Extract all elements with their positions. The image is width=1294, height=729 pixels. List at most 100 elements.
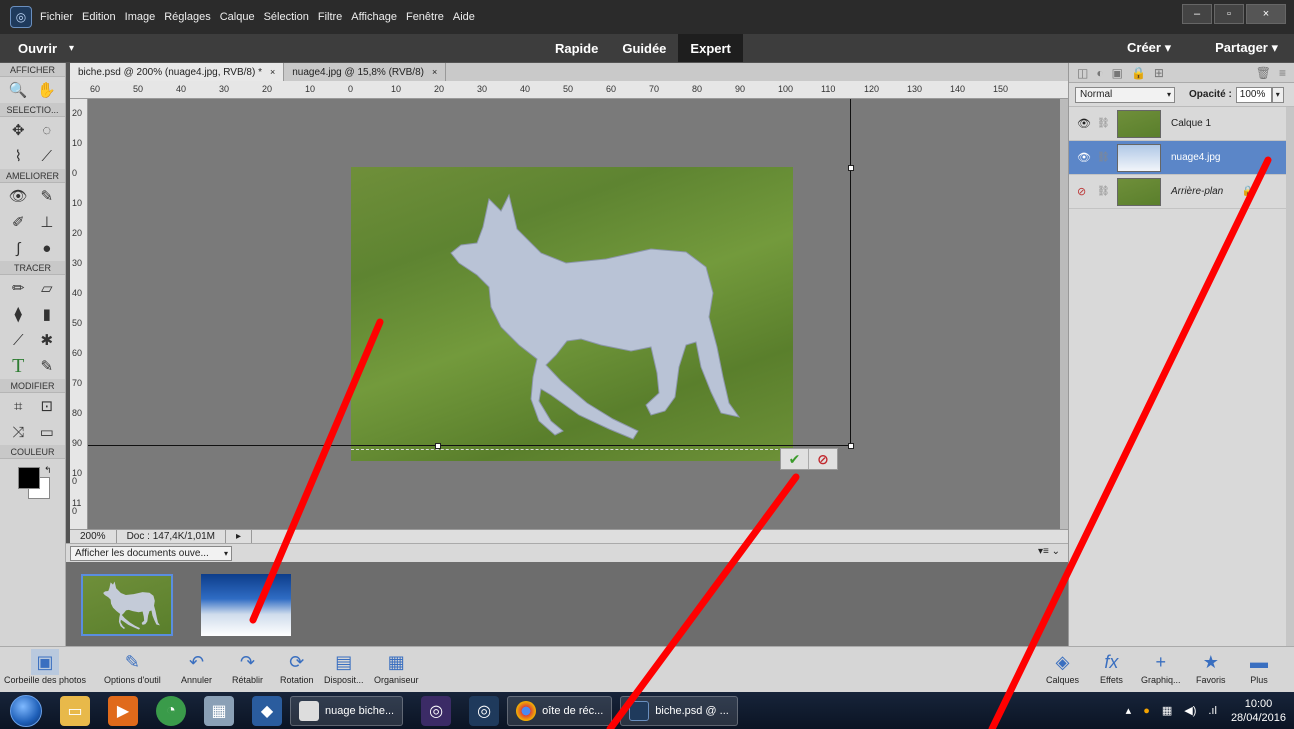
app-logo-icon[interactable]: ◎	[10, 6, 32, 28]
gradient-tool-icon[interactable]: ▮	[36, 303, 58, 325]
canvas-area[interactable]: ✔ ⊘	[88, 99, 1060, 529]
menu-calque[interactable]: Calque	[220, 11, 255, 23]
layer-link-icon[interactable]: ⛓	[1097, 186, 1111, 197]
blend-mode-select[interactable]: Normal ▾	[1075, 86, 1175, 103]
status-menu-icon[interactable]: ▸	[226, 529, 252, 544]
content-move-icon[interactable]: ⤨	[7, 421, 29, 443]
tool-options-button[interactable]: ✎ Options d'outil	[104, 649, 161, 691]
show-hidden-icons-icon[interactable]: ▴	[1126, 704, 1132, 717]
maximize-button[interactable]: ▫	[1214, 4, 1244, 24]
transform-handle[interactable]	[848, 443, 854, 449]
layer-link-icon[interactable]: ⛓	[1097, 118, 1111, 129]
layer-link-icon[interactable]: ⛓	[1097, 152, 1111, 163]
task-chrome[interactable]: oîte de réc...	[507, 695, 613, 726]
open-button[interactable]: Ouvrir	[18, 41, 57, 56]
opacity-dropdown-icon[interactable]: ▾	[1271, 86, 1284, 103]
graphics-button[interactable]: + Graphiq...	[1141, 649, 1181, 691]
canvas-vertical-scrollbar[interactable]	[1060, 99, 1068, 529]
bin-menu-icon[interactable]: ▾≡ ⌄	[1038, 546, 1060, 557]
layout-button[interactable]: ▤ Disposit...	[324, 649, 364, 691]
tab-guidee[interactable]: Guidée	[610, 34, 678, 62]
transform-handle[interactable]	[848, 165, 854, 171]
redo-button[interactable]: ↷ Rétablir	[232, 649, 263, 691]
layer-row-nuage4[interactable]: 👁 ⛓ nuage4.jpg	[1069, 141, 1294, 175]
organizer-button[interactable]: ▦ Organiseur	[374, 649, 419, 691]
media-player-icon[interactable]: ▶	[108, 695, 138, 726]
menu-image[interactable]: Image	[125, 11, 156, 23]
custom-shape-icon[interactable]: ✱	[36, 329, 58, 351]
explorer-icon[interactable]: ▭	[60, 695, 90, 726]
spot-healing-icon[interactable]: ✎	[36, 185, 58, 207]
recompose-tool-icon[interactable]: ⊡	[36, 395, 58, 417]
task-nuage-biche[interactable]: nuage biche...	[290, 695, 404, 726]
smudge-tool-icon[interactable]: ∫	[7, 237, 29, 259]
photoshop-elements-icon[interactable]: ◎	[469, 695, 500, 726]
volume-icon[interactable]: ◀)	[1184, 704, 1196, 717]
transform-bounding-box[interactable]	[88, 99, 854, 449]
layers-scrollbar[interactable]	[1286, 107, 1294, 646]
open-dropdown-icon[interactable]: ▾	[69, 43, 74, 54]
smart-brush-icon[interactable]: ✐	[7, 211, 29, 233]
opacity-input[interactable]: 100%	[1235, 86, 1272, 103]
premiere-elements-icon[interactable]: ◎	[421, 695, 452, 726]
layers-button[interactable]: ◈ Calques	[1046, 649, 1079, 691]
eyedropper-icon[interactable]: ⟋	[7, 329, 29, 351]
rotate-button[interactable]: ⟳ Rotation	[280, 649, 314, 691]
minimize-button[interactable]: –	[1182, 4, 1212, 24]
picasa-icon[interactable]: ◔	[156, 695, 186, 726]
calculator-icon[interactable]: ▦	[204, 695, 234, 726]
start-button[interactable]	[10, 694, 42, 727]
adjustment-layer-icon[interactable]: ◐	[1096, 66, 1103, 80]
share-button[interactable]: Partager ▾	[1193, 40, 1278, 56]
close-tab-icon[interactable]: ×	[270, 67, 275, 77]
book-icon[interactable]: ◆	[252, 695, 282, 726]
photo-bin-button[interactable]: ▣ Corbeille des photos	[4, 649, 86, 691]
foreground-color-swatch[interactable]	[18, 467, 40, 489]
photo-bin-thumb-nuage[interactable]	[201, 574, 291, 636]
task-biche-psd[interactable]: biche.psd @ ...	[620, 695, 738, 726]
visibility-eye-icon[interactable]: 👁	[1077, 151, 1097, 164]
layer-mask-icon[interactable]: ▣	[1112, 66, 1123, 80]
sharpen-tool-icon[interactable]: ●	[36, 237, 58, 259]
layer-row-calque1[interactable]: 👁 ⛓ Calque 1	[1069, 107, 1294, 141]
zoom-level[interactable]: 200%	[70, 529, 117, 544]
doc-tab-nuage[interactable]: nuage4.jpg @ 15,8% (RVB/8) ×	[284, 63, 447, 81]
visibility-eye-icon[interactable]: 👁	[1077, 117, 1097, 130]
close-tab-icon[interactable]: ×	[432, 67, 437, 77]
create-button[interactable]: Créer ▾	[1105, 40, 1171, 56]
close-button[interactable]: ×	[1246, 4, 1286, 24]
panel-menu-icon[interactable]: ≡	[1279, 66, 1286, 80]
red-eye-tool-icon[interactable]: 👁	[7, 185, 29, 207]
hidden-eye-icon[interactable]: ⊘	[1077, 185, 1097, 198]
lock-transparency-icon[interactable]: ⊞	[1154, 66, 1164, 80]
effects-button[interactable]: fx Effets	[1100, 649, 1123, 691]
show-documents-select[interactable]: Afficher les documents ouve... ▾	[70, 546, 232, 561]
ellipse-marquee-icon[interactable]: ◌	[36, 119, 58, 141]
trash-icon[interactable]: 🗑	[1256, 66, 1271, 80]
photo-bin-thumb-biche[interactable]	[81, 574, 173, 636]
menu-filtre[interactable]: Filtre	[318, 11, 342, 23]
menu-fichier[interactable]: Fichier	[40, 11, 73, 23]
pencil-tool-icon[interactable]: ✎	[36, 355, 58, 377]
eraser-tool-icon[interactable]: ▱	[36, 277, 58, 299]
quick-selection-icon[interactable]: ⟋	[36, 145, 58, 167]
crop-tool-icon[interactable]: ⌗	[7, 395, 29, 417]
type-tool-icon[interactable]: T	[7, 355, 29, 377]
cancel-transform-icon[interactable]: ⊘	[809, 449, 837, 469]
doc-tab-biche[interactable]: biche.psd @ 200% (nuage4.jpg, RVB/8) * ×	[70, 63, 285, 81]
paint-bucket-icon[interactable]: ⧫	[7, 303, 29, 325]
network-icon[interactable]: ▦	[1162, 704, 1172, 717]
layer-row-arriere-plan[interactable]: ⊘ ⛓ Arrière-plan 🔒	[1069, 175, 1294, 209]
more-button[interactable]: ▬ Plus	[1250, 649, 1268, 691]
brush-tool-icon[interactable]: ✏	[7, 277, 29, 299]
menu-edition[interactable]: Edition	[82, 11, 116, 23]
straighten-tool-icon[interactable]: ▭	[36, 421, 58, 443]
commit-check-icon[interactable]: ✔	[781, 449, 809, 469]
menu-affichage[interactable]: Affichage	[351, 11, 397, 23]
clock[interactable]: 10:00 28/04/2016	[1231, 697, 1286, 725]
hand-tool-icon[interactable]: ✋	[36, 79, 58, 101]
new-layer-icon[interactable]: ◫	[1077, 66, 1088, 80]
clone-stamp-icon[interactable]: ⊥	[36, 211, 58, 233]
lock-layer-icon[interactable]: 🔒	[1131, 66, 1146, 80]
zoom-tool-icon[interactable]: 🔍	[7, 79, 29, 101]
